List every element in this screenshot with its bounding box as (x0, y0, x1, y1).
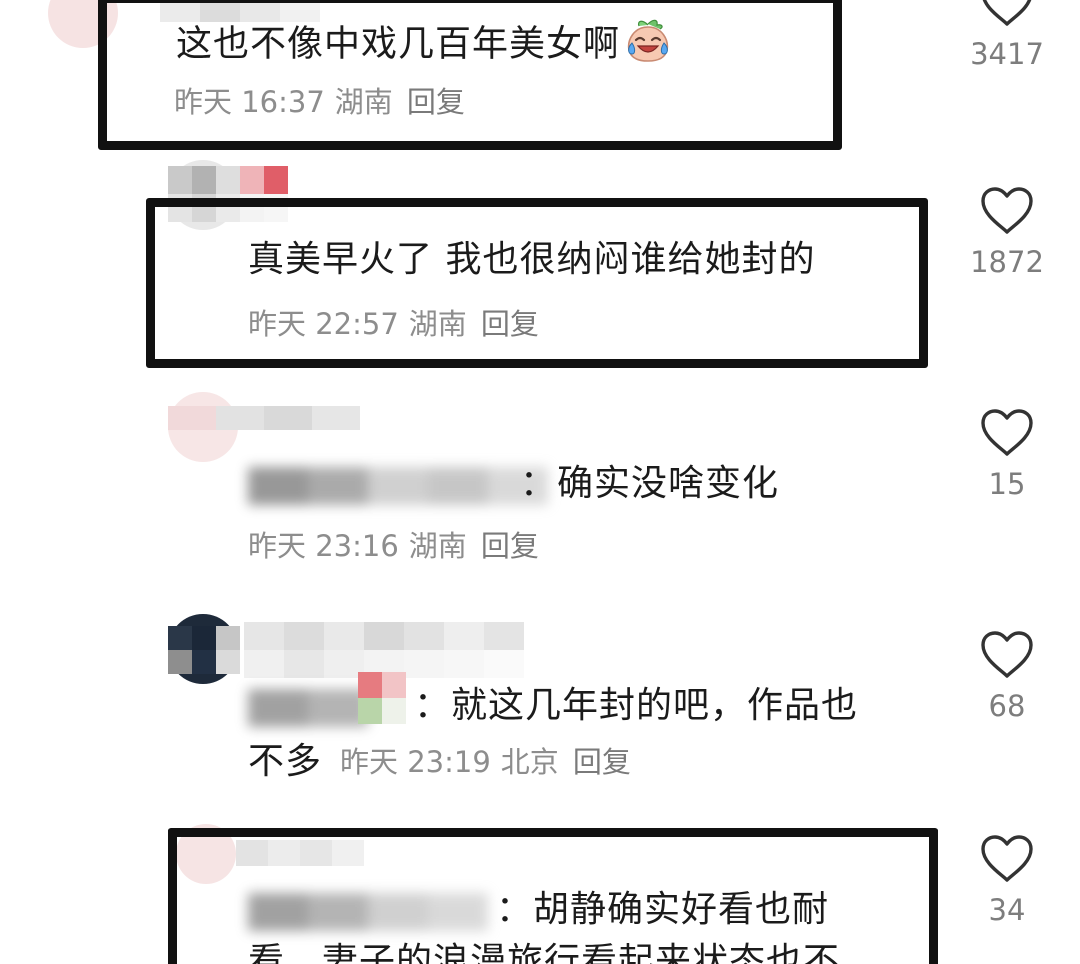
like-button[interactable]: 68 (952, 630, 1062, 724)
username-mosaic[interactable] (244, 622, 524, 678)
avatar-mosaic (168, 626, 240, 674)
comment-time: 昨天 23:19 (340, 745, 491, 779)
comment-time: 昨天 23:16 (248, 529, 399, 563)
highlight-box (98, 0, 842, 150)
like-button[interactable]: 34 (952, 834, 1062, 928)
heart-outline-icon (981, 835, 1033, 882)
reply-button[interactable]: 回复 (481, 529, 539, 563)
heart-outline-icon (981, 631, 1033, 678)
like-count: 15 (988, 467, 1026, 501)
highlight-box (168, 828, 938, 964)
comment-text: 不多 (248, 740, 322, 784)
comment-thread: 这也不像中戏几百年美女啊 昨天 16:37湖南回复 3417 真美早火了 我 (0, 0, 1080, 964)
heart-outline-icon (981, 409, 1033, 456)
rose-emoji-mosaic (358, 672, 406, 724)
like-button[interactable]: 3417 (952, 0, 1062, 72)
comment-text-4-line2: 不多 (248, 741, 323, 782)
comment-text-4-line1: 就这几年封的吧，作品也 (451, 685, 859, 726)
comment-text: ：就这几年封的吧，作品也 (414, 685, 859, 726)
comment-meta: 昨天 23:16 湖南 回复 (248, 528, 539, 564)
comment-text-3: 确实没啥变化 (557, 463, 780, 504)
heart-outline-icon (982, 0, 1032, 26)
like-count: 68 (988, 689, 1026, 723)
like-count: 1872 (970, 245, 1044, 279)
username-mosaic[interactable] (168, 406, 360, 430)
like-button[interactable]: 15 (952, 408, 1062, 502)
comment-location: 北京 (500, 745, 559, 779)
reply-prefix-mosaic (248, 464, 548, 508)
like-button[interactable]: 1872 (952, 186, 1062, 280)
reply-button[interactable]: 回复 (573, 745, 631, 779)
like-count: 34 (988, 893, 1026, 927)
heart-outline-icon (981, 187, 1033, 234)
like-count: 3417 (970, 37, 1044, 71)
comment-text: ：确实没啥变化 (520, 463, 780, 504)
reply-prefix-mosaic (248, 686, 368, 730)
highlight-box (146, 198, 928, 368)
comment-location: 湖南 (408, 529, 467, 563)
comment-meta: 昨天 23:19 北京 回复 (340, 744, 631, 780)
